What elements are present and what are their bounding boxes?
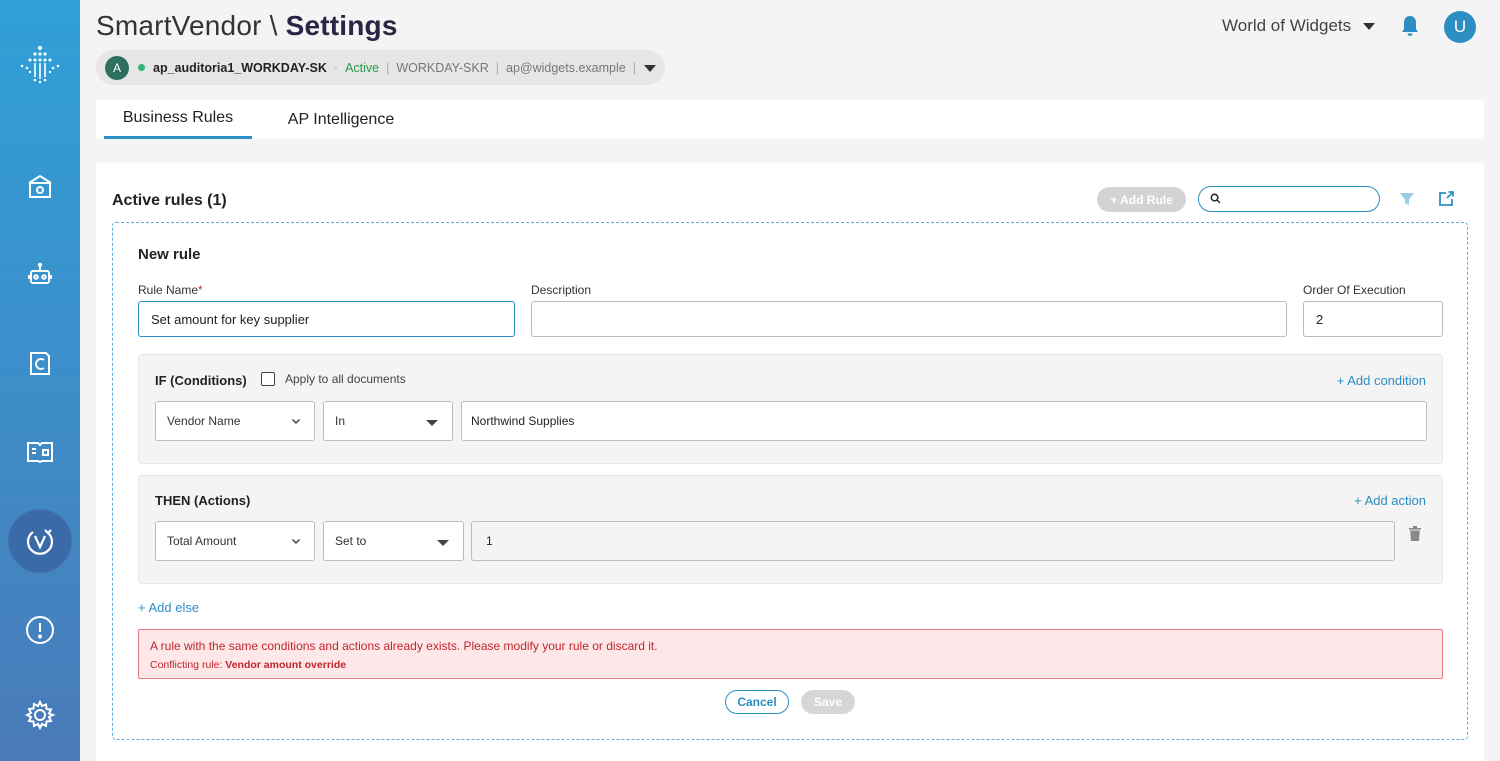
chevron-down-icon <box>291 538 301 545</box>
add-rule-button[interactable]: + Add Rule <box>1097 187 1186 212</box>
duplicate-rule-error: A rule with the same conditions and acti… <box>138 629 1443 679</box>
org-selector[interactable]: World of Widgets <box>1222 16 1376 36</box>
sidebar-item-alerts[interactable] <box>8 598 72 662</box>
chevron-down-icon <box>291 418 301 425</box>
page-name: Settings <box>285 10 398 41</box>
page-title: SmartVendor \ Settings <box>96 10 398 42</box>
new-rule-title: New rule <box>138 246 201 263</box>
filter-icon[interactable] <box>1399 191 1415 207</box>
rule-name-label-text: Rule Name <box>138 283 199 297</box>
tab-business-rules[interactable]: Business Rules <box>104 100 252 139</box>
org-name: World of Widgets <box>1222 16 1352 35</box>
rule-name-value: Set amount for key supplier <box>151 311 310 327</box>
rule-name-input[interactable]: Set amount for key supplier <box>138 301 515 337</box>
action-operator-value: Set to <box>335 534 367 548</box>
separator: | <box>386 60 390 75</box>
book-icon <box>27 442 53 464</box>
connection-avatar-initial: A <box>112 60 121 75</box>
title-separator: \ <box>269 10 278 41</box>
connection-status: Active <box>345 60 380 75</box>
separator: · <box>333 60 339 75</box>
order-input[interactable]: 2 <box>1303 301 1443 337</box>
apply-all-checkbox[interactable]: Apply to all documents <box>261 372 406 386</box>
condition-operator-value: In <box>335 414 346 428</box>
connection-name: ap_auditoria1_WORKDAY-SK <box>153 60 327 75</box>
export-icon[interactable] <box>1438 190 1455 207</box>
sidebar-item-robot[interactable] <box>8 243 72 307</box>
bank-icon <box>28 174 52 198</box>
active-rules-title: Active rules (1) <box>112 192 227 209</box>
cancel-button[interactable]: Cancel <box>725 690 789 714</box>
search-box <box>1198 186 1380 212</box>
caret-down-icon[interactable] <box>644 65 656 72</box>
sidebar-item-contracts[interactable] <box>8 331 72 395</box>
description-label: Description <box>531 283 592 297</box>
tab-label: AP Intelligence <box>287 110 395 128</box>
checkbox-icon <box>261 372 275 386</box>
description-input[interactable] <box>531 301 1287 337</box>
connection-selector[interactable]: A ap_auditoria1_WORKDAY-SK · Active | WO… <box>96 50 665 85</box>
condition-field-select[interactable]: Vendor Name <box>155 401 315 441</box>
condition-field-value: Vendor Name <box>167 414 241 428</box>
sidebar <box>0 0 80 761</box>
rule-name-label: Rule Name* <box>138 283 203 297</box>
status-dot-icon <box>138 64 145 71</box>
condition-value-input[interactable]: Northwind Supplies <box>461 401 1427 441</box>
sidebar-item-bank[interactable] <box>8 155 72 219</box>
save-button[interactable]: Save <box>801 690 855 714</box>
sidebar-item-settings[interactable] <box>8 683 72 747</box>
contract-icon <box>30 352 50 375</box>
app-logo-icon <box>20 46 60 84</box>
apply-all-label: Apply to all documents <box>285 372 406 386</box>
conflict-rule-name: Vendor amount override <box>225 659 347 671</box>
connection-avatar: A <box>105 55 129 80</box>
robot-icon <box>28 262 52 284</box>
connection-system: WORKDAY-SKR <box>396 60 489 75</box>
tabs-bar: Business Rules AP Intelligence <box>96 100 1484 139</box>
new-rule-card: New rule Rule Name* Set amount for key s… <box>112 222 1468 740</box>
add-else-button[interactable]: + Add else <box>138 600 199 615</box>
settings-icon <box>24 699 56 731</box>
actions-block: THEN (Actions) + Add action Total Amount… <box>138 475 1443 584</box>
user-avatar[interactable]: U <box>1444 11 1476 43</box>
error-message: A rule with the same conditions and acti… <box>150 639 658 653</box>
caret-down-icon <box>437 540 449 546</box>
separator: | <box>495 60 499 75</box>
caret-down-icon <box>426 420 438 426</box>
sidebar-item-catalog[interactable] <box>8 419 72 483</box>
action-field-select[interactable]: Total Amount <box>155 521 315 561</box>
conflict-prefix: Conflicting rule: <box>150 659 223 671</box>
tab-ap-intelligence[interactable]: AP Intelligence <box>272 100 410 139</box>
action-value: 1 <box>486 534 493 548</box>
separator: | <box>632 60 636 75</box>
rules-panel: Active rules (1) + Add Rule New rule Rul… <box>96 163 1484 761</box>
action-value-input[interactable]: 1 <box>471 521 1395 561</box>
caret-down-icon <box>1363 22 1376 30</box>
connection-email: ap@widgets.example <box>506 60 626 75</box>
add-action-button[interactable]: + Add action <box>1354 493 1426 508</box>
action-field-value: Total Amount <box>167 534 237 548</box>
rules-v-icon <box>26 529 54 555</box>
add-condition-button[interactable]: + Add condition <box>1337 373 1426 388</box>
tab-label: Business Rules <box>122 109 234 126</box>
user-initial: U <box>1453 17 1467 36</box>
conditions-title: IF (Conditions) <box>155 373 247 388</box>
actions-title: THEN (Actions) <box>155 493 251 508</box>
condition-operator-select[interactable]: In <box>323 401 453 441</box>
app-name: SmartVendor <box>96 10 262 41</box>
required-mark: * <box>198 283 203 297</box>
alert-icon <box>26 616 54 644</box>
bell-icon[interactable] <box>1398 14 1422 38</box>
action-operator-select[interactable]: Set to <box>323 521 464 561</box>
search-icon <box>1210 193 1221 204</box>
trash-icon[interactable] <box>1409 526 1421 541</box>
conditions-block: IF (Conditions) Apply to all documents +… <box>138 354 1443 464</box>
order-value: 2 <box>1316 311 1324 327</box>
sidebar-item-rules[interactable] <box>8 509 72 573</box>
search-input[interactable] <box>1225 189 1375 209</box>
conflicting-rule: Conflicting rule: Vendor amount override <box>150 659 346 671</box>
order-label: Order Of Execution <box>1303 283 1406 297</box>
condition-value: Northwind Supplies <box>471 414 575 428</box>
